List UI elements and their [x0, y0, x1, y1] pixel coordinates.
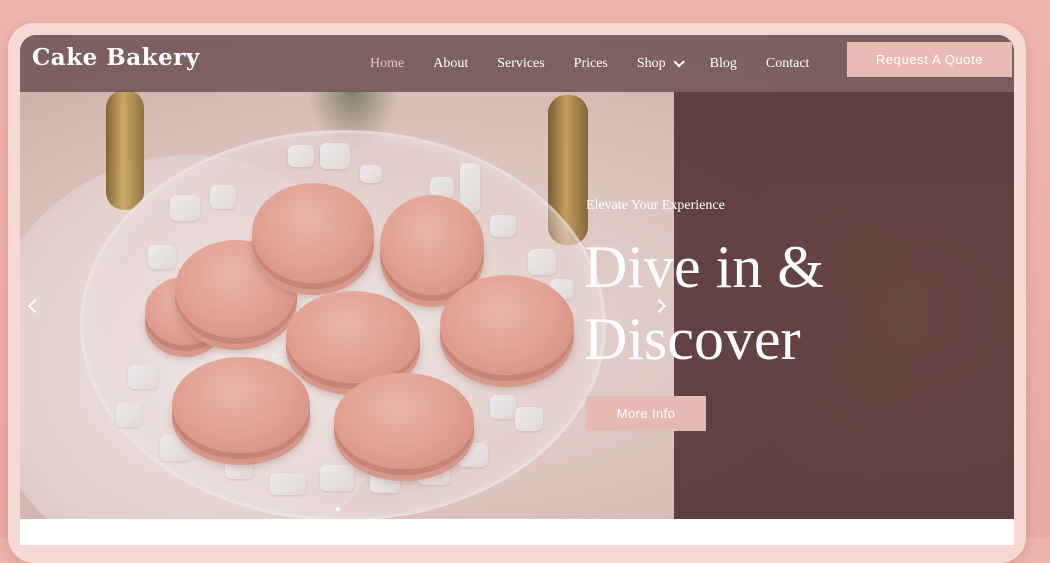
website-screen: Elevate Your Experience Dive in & Discov…: [20, 35, 1014, 545]
nav-item-shop[interactable]: Shop: [636, 55, 685, 72]
content-area: [20, 519, 1014, 545]
nav-item-about[interactable]: About: [433, 56, 468, 72]
nav-item-contact[interactable]: Contact: [766, 56, 810, 72]
hero-headline-line1: Dive in &: [584, 234, 824, 300]
nav-item-prices[interactable]: Prices: [574, 56, 608, 72]
nav-item-services[interactable]: Services: [497, 56, 544, 72]
hero-headline: Dive in & Discover: [584, 231, 944, 375]
hero-eyebrow: Elevate Your Experience: [586, 198, 725, 213]
nav-item-blog[interactable]: Blog: [710, 56, 737, 72]
more-info-button[interactable]: More Info: [586, 396, 706, 431]
site-logo[interactable]: Cake Bakery: [32, 44, 200, 71]
request-quote-button[interactable]: Request A Quote: [847, 42, 1012, 77]
nav-item-home[interactable]: Home: [370, 56, 404, 72]
hero-image: Elevate Your Experience Dive in & Discov…: [20, 35, 1014, 519]
main-nav: Home About Services Prices Shop Blog Con…: [370, 35, 838, 92]
hero-headline-line2: Discover: [584, 306, 801, 372]
site-header: Cake Bakery Home About Services Prices S…: [20, 35, 1014, 92]
nav-item-shop-label: Shop: [636, 55, 666, 71]
slider-dot[interactable]: [336, 507, 340, 511]
chevron-down-icon: [673, 55, 685, 68]
